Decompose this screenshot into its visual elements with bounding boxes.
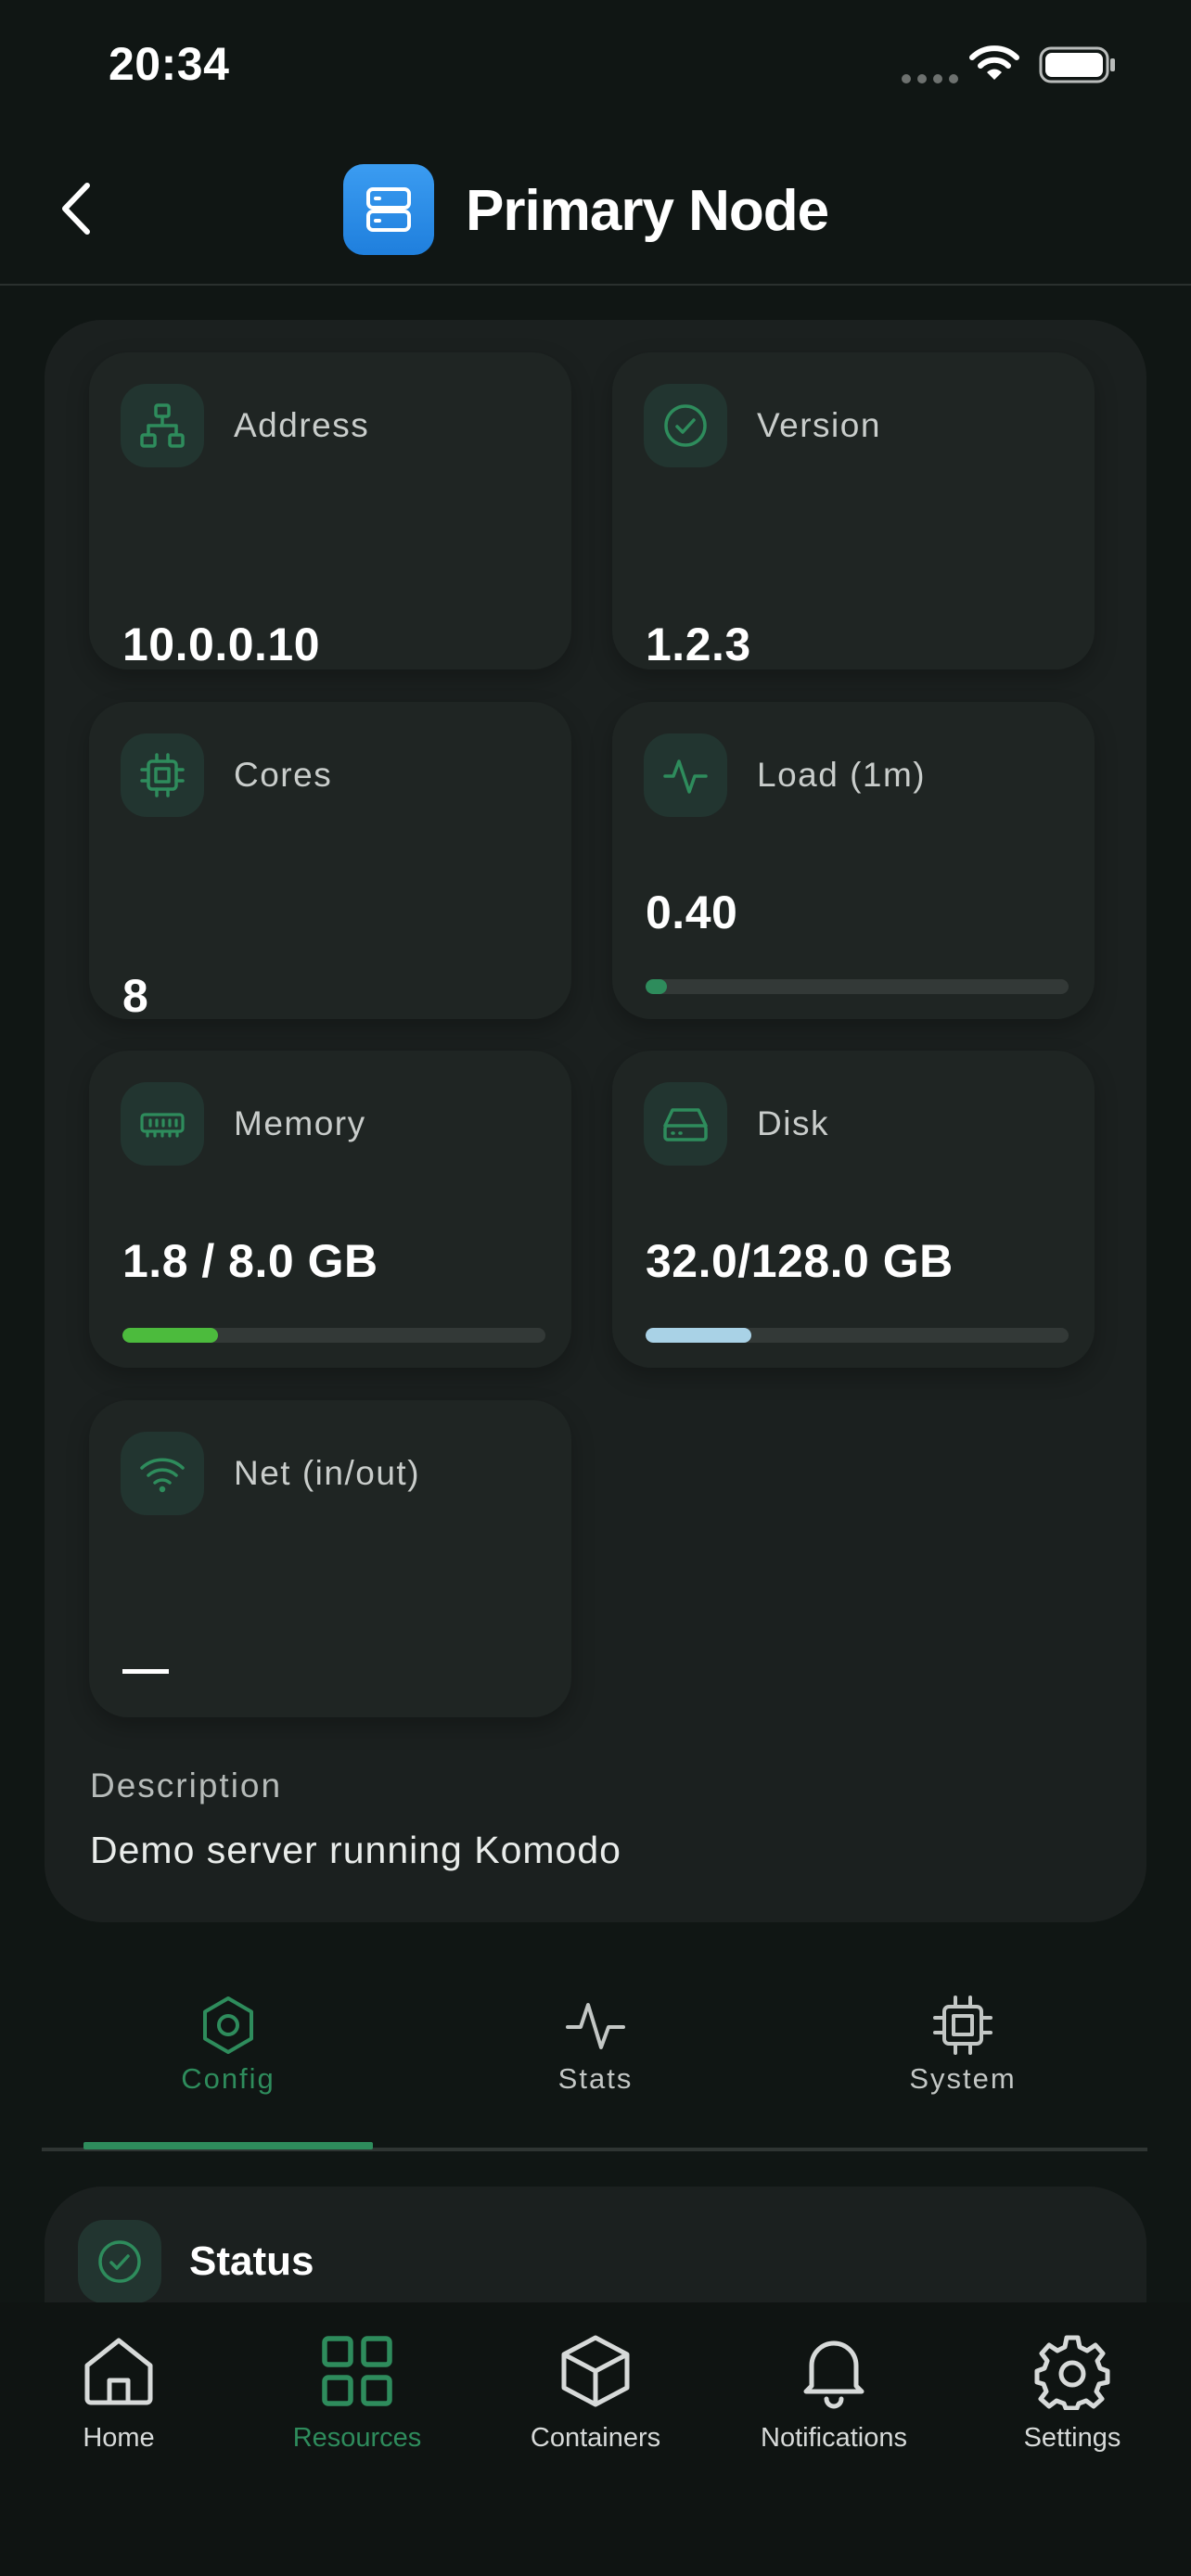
network-tile: Net (in/out) — bbox=[89, 1400, 571, 1717]
cores-value: 8 bbox=[122, 970, 149, 1022]
memory-progress-bar bbox=[122, 1328, 545, 1343]
cpu-icon bbox=[121, 733, 204, 817]
wifi-icon bbox=[121, 1432, 204, 1515]
address-value: 10.0.0.10 bbox=[122, 618, 321, 670]
version-value: 1.2.3 bbox=[646, 618, 751, 670]
disk-tile: Disk 32.0/128.0 GB bbox=[612, 1051, 1095, 1368]
tab-home[interactable]: Home bbox=[0, 2332, 237, 2454]
tab-settings-label: Settings bbox=[1023, 2423, 1121, 2453]
load-tile: Load (1m) 0.40 bbox=[612, 702, 1095, 1019]
hard-drive-icon bbox=[644, 1082, 727, 1166]
hexagon-icon bbox=[203, 1996, 253, 2054]
description-text: Demo server running Komodo bbox=[90, 1829, 621, 1871]
load-value: 0.40 bbox=[646, 886, 738, 938]
net-value: — bbox=[122, 1642, 170, 1694]
home-icon bbox=[84, 2338, 153, 2405]
gear-icon bbox=[1034, 2335, 1110, 2410]
address-tile: Address 10.0.0.10 bbox=[89, 352, 571, 670]
tab-containers-label: Containers bbox=[530, 2423, 661, 2453]
bell-icon bbox=[803, 2340, 864, 2409]
tab-system[interactable]: System bbox=[824, 1984, 1102, 2123]
grid-icon bbox=[322, 2336, 392, 2406]
version-tile: Version 1.2.3 bbox=[612, 352, 1095, 670]
tab-resources-label: Resources bbox=[292, 2423, 422, 2453]
tab-home-label: Home bbox=[83, 2423, 155, 2453]
check-circle-icon bbox=[644, 384, 727, 467]
memory-value: 1.8 / 8.0 GB bbox=[122, 1235, 378, 1287]
disk-value: 32.0/128.0 GB bbox=[646, 1235, 954, 1287]
tab-stats[interactable]: Stats bbox=[456, 1984, 735, 2123]
server-info-card: Address 10.0.0.10 Version 1.2.3 Cores 8 bbox=[45, 320, 1146, 1922]
net-label: Net (in/out) bbox=[234, 1454, 421, 1492]
cores-label: Cores bbox=[234, 756, 333, 794]
tab-system-label: System bbox=[909, 2062, 1017, 2095]
tab-config-label: Config bbox=[181, 2062, 275, 2095]
bottom-tab-bar: Home Resources Containers Notifications … bbox=[0, 2302, 1191, 2576]
battery-icon bbox=[1039, 46, 1115, 83]
memory-tile: Memory 1.8 / 8.0 GB bbox=[89, 1051, 571, 1368]
box-icon bbox=[561, 2335, 630, 2407]
description-label: Description bbox=[90, 1766, 283, 1804]
tab-config[interactable]: Config bbox=[89, 1984, 367, 2123]
load-label: Load (1m) bbox=[757, 756, 927, 794]
version-label: Version bbox=[757, 406, 881, 444]
tab-notifications-label: Notifications bbox=[761, 2423, 907, 2453]
activity-icon bbox=[566, 2003, 625, 2049]
tab-settings[interactable]: Settings bbox=[954, 2332, 1191, 2454]
back-chevron-icon[interactable] bbox=[54, 176, 100, 241]
address-label: Address bbox=[234, 406, 370, 444]
wifi-status-icon bbox=[969, 45, 1019, 80]
tab-notifications[interactable]: Notifications bbox=[715, 2332, 953, 2454]
server-icon bbox=[343, 164, 434, 255]
cpu-icon bbox=[933, 1996, 992, 2055]
network-icon bbox=[121, 384, 204, 467]
disk-progress-bar bbox=[646, 1328, 1069, 1343]
cores-tile: Cores 8 bbox=[89, 702, 571, 1022]
disk-progress-fill bbox=[646, 1328, 751, 1343]
tab-containers[interactable]: Containers bbox=[477, 2332, 714, 2454]
disk-label: Disk bbox=[757, 1104, 829, 1142]
status-section-title: Status bbox=[189, 2238, 314, 2284]
segmented-tabs: Config Stats System bbox=[0, 1984, 1191, 2151]
check-circle-icon bbox=[78, 2220, 161, 2303]
active-tab-indicator bbox=[83, 2142, 373, 2149]
status-time: 20:34 bbox=[109, 38, 230, 90]
memory-icon bbox=[121, 1082, 204, 1166]
load-progress-bar bbox=[646, 979, 1069, 994]
cellular-signal-icon bbox=[902, 74, 958, 83]
tab-stats-label: Stats bbox=[557, 2062, 634, 2095]
activity-icon bbox=[644, 733, 727, 817]
tab-resources[interactable]: Resources bbox=[238, 2332, 476, 2454]
navigation-bar: Primary Node bbox=[0, 139, 1191, 286]
memory-progress-fill bbox=[122, 1328, 218, 1343]
memory-label: Memory bbox=[234, 1104, 366, 1142]
status-bar: 20:34 bbox=[0, 0, 1191, 130]
page-title: Primary Node bbox=[466, 179, 829, 243]
load-progress-fill bbox=[646, 979, 667, 994]
